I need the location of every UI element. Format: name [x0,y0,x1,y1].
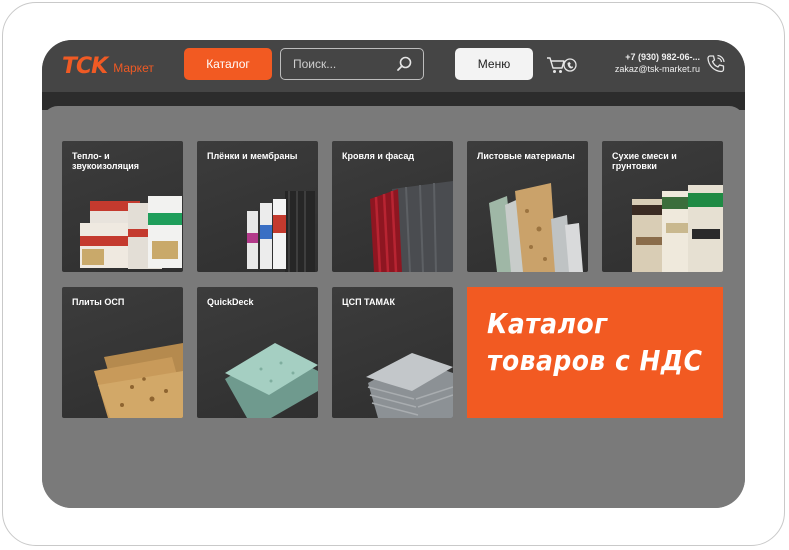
category-tile-mixes[interactable]: Сухие смеси и грунтовки [602,141,723,272]
logo-text: Маркет [113,61,154,75]
category-label: Сухие смеси и грунтовки [612,151,677,171]
app-screen: TCK Маркет Каталог Меню +7 (930) 982-06-… [42,40,745,508]
category-tile-sheets[interactable]: Листовые материалы [467,141,588,272]
category-label: Плёнки и мембраны [207,151,298,161]
category-label: Плиты ОСП [72,297,125,307]
search-box [280,48,424,80]
category-label: QuickDeck [207,297,254,307]
search-input[interactable] [293,57,393,71]
category-tile-roofing[interactable]: Кровля и фасад [332,141,453,272]
category-label: Тепло- и звукоизоляция [72,151,140,171]
logo-mark: TCK [62,53,108,79]
vat-catalog-banner[interactable]: Каталог товаров с НДС [467,287,723,418]
cart-icon[interactable] [546,55,578,75]
search-icon[interactable] [395,55,413,73]
menu-button[interactable]: Меню [455,48,533,80]
phone-number[interactable]: +7 (930) 982-06-... [590,52,700,63]
category-tile-quickdeck[interactable]: QuickDeck [197,287,318,418]
category-label: Листовые материалы [477,151,575,161]
category-tile-osb[interactable]: Плиты ОСП [62,287,183,418]
email-address[interactable]: zakaz@tsk-market.ru [590,63,700,75]
banner-line-2: товаров с НДС [487,344,703,377]
banner-line-1: Каталог [487,307,608,340]
site-header: TCK Маркет Каталог Меню +7 (930) 982-06-… [42,40,745,92]
catalog-button[interactable]: Каталог [184,48,272,80]
catalog-panel: Тепло- и звукоизоляция Плёнки и мембраны [42,106,745,508]
category-label: Кровля и фасад [342,151,415,161]
site-logo[interactable]: TCK Маркет [62,53,154,79]
category-label: ЦСП ТАМАК [342,297,395,307]
phone-icon[interactable] [706,54,726,74]
category-tile-insulation[interactable]: Тепло- и звукоизоляция [62,141,183,272]
category-tile-films[interactable]: Плёнки и мембраны [197,141,318,272]
contacts: +7 (930) 982-06-... zakaz@tsk-market.ru [590,52,700,75]
category-tile-tsp-tamak[interactable]: ЦСП ТАМАК [332,287,453,418]
